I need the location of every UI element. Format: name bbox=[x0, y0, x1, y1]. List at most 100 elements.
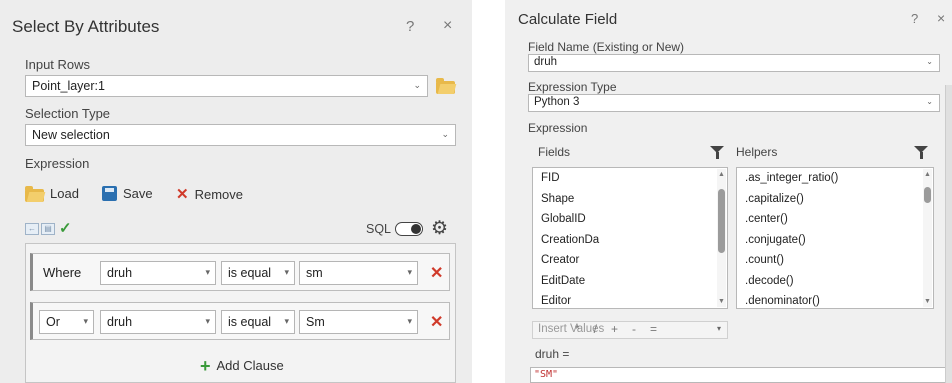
sql-mode-icon[interactable]: ▤ bbox=[41, 223, 55, 235]
list-item[interactable]: Shape bbox=[533, 189, 727, 210]
scroll-thumb[interactable] bbox=[924, 187, 931, 203]
help-icon[interactable]: ? bbox=[406, 18, 414, 35]
chevron-down-icon: ▾ bbox=[407, 267, 412, 277]
scroll-down-icon[interactable]: ▼ bbox=[718, 298, 725, 305]
expression-label: Expression bbox=[25, 156, 90, 171]
clause-operator-dropdown[interactable]: is equal ▾ bbox=[221, 310, 295, 334]
sql-toggle[interactable] bbox=[395, 222, 423, 236]
list-item[interactable]: .center() bbox=[737, 209, 933, 230]
clause-connector: Where bbox=[43, 265, 82, 280]
expression-editor[interactable]: "SM" bbox=[530, 367, 946, 383]
list-item[interactable]: .decode() bbox=[737, 271, 933, 292]
delete-clause-icon[interactable]: ✕ bbox=[430, 263, 443, 283]
pane-title: Calculate Field bbox=[518, 11, 618, 28]
clause-row-1: Where druh ▾ is equal ▾ sm ▾ ✕ bbox=[30, 253, 450, 291]
scroll-thumb[interactable] bbox=[718, 189, 725, 253]
add-clause-button[interactable]: + Add Clause bbox=[200, 355, 284, 376]
clause-value-dropdown[interactable]: sm ▾ bbox=[299, 261, 418, 285]
field-name-value: druh bbox=[534, 56, 558, 68]
save-icon bbox=[102, 186, 117, 201]
fields-list: FID Shape GlobalID CreationDa Creator Ed… bbox=[532, 167, 728, 309]
scroll-down-icon[interactable]: ▼ bbox=[924, 298, 931, 305]
delete-clause-icon[interactable]: ✕ bbox=[430, 312, 443, 332]
clause-field-dropdown[interactable]: druh ▾ bbox=[100, 310, 216, 334]
sql-label: SQL bbox=[366, 222, 392, 236]
field-name-dropdown[interactable]: druh ⌄ bbox=[528, 54, 940, 72]
expression-type-dropdown[interactable]: Python 3 ⌄ bbox=[528, 94, 940, 112]
list-item[interactable]: Creator bbox=[533, 250, 727, 271]
save-button[interactable]: Save bbox=[102, 186, 153, 201]
selection-type-label: Selection Type bbox=[25, 106, 111, 121]
multiply-button[interactable]: * bbox=[575, 322, 580, 336]
pane-title: Select By Attributes bbox=[12, 17, 160, 36]
load-button[interactable]: Load bbox=[25, 186, 79, 202]
chevron-down-icon: ▾ bbox=[284, 267, 289, 277]
list-item[interactable]: CreationDa bbox=[533, 230, 727, 251]
clause-row-2: Or ▾ druh ▾ is equal ▾ Sm ▾ ✕ bbox=[30, 302, 450, 340]
browse-folder-icon[interactable] bbox=[436, 78, 455, 94]
chevron-down-icon: ▾ bbox=[716, 324, 721, 333]
list-item[interactable]: .count() bbox=[737, 250, 933, 271]
expression-type-label: Expression Type bbox=[528, 80, 617, 94]
chevron-down-icon: ⌄ bbox=[926, 57, 933, 66]
calculate-field-pane: Calculate Field ? × Field Name (Existing… bbox=[505, 0, 952, 383]
divide-button[interactable]: / bbox=[594, 322, 597, 336]
list-item[interactable]: .as_integer_ratio() bbox=[737, 168, 933, 189]
minus-button[interactable]: - bbox=[632, 322, 636, 336]
select-by-attributes-pane: Select By Attributes ? × Input Rows Poin… bbox=[0, 0, 472, 383]
expression-label: Expression bbox=[528, 121, 588, 135]
input-rows-dropdown[interactable]: Point_layer:1 ⌄ bbox=[25, 75, 428, 97]
fields-label: Fields bbox=[538, 145, 571, 159]
list-item[interactable]: FID bbox=[533, 168, 727, 189]
chevron-down-icon: ▾ bbox=[83, 316, 88, 326]
clause-operator-value: is equal bbox=[228, 266, 272, 280]
chevron-down-icon: ▾ bbox=[205, 267, 210, 277]
clause-value-dropdown[interactable]: Sm ▾ bbox=[299, 310, 418, 334]
helpers-label: Helpers bbox=[736, 145, 778, 159]
close-icon[interactable]: × bbox=[937, 10, 945, 26]
remove-button[interactable]: ✕ Remove bbox=[176, 185, 243, 203]
selection-type-value: New selection bbox=[32, 128, 110, 142]
filter-helpers-icon[interactable] bbox=[914, 146, 928, 159]
equals-button[interactable]: = bbox=[650, 322, 657, 336]
fields-scrollbar[interactable]: ▲ ▼ bbox=[717, 169, 726, 307]
list-item[interactable]: EditDate bbox=[533, 271, 727, 292]
expression-target-label: druh = bbox=[535, 347, 570, 361]
list-item[interactable]: Editor bbox=[533, 291, 727, 312]
folder-icon bbox=[25, 186, 44, 202]
clause-operator-dropdown[interactable]: is equal ▾ bbox=[221, 261, 295, 285]
list-item[interactable]: .denominator() bbox=[737, 291, 933, 312]
load-label: Load bbox=[50, 186, 79, 201]
plus-button[interactable]: + bbox=[611, 322, 618, 336]
filter-fields-icon[interactable] bbox=[710, 146, 724, 159]
chevron-down-icon: ▾ bbox=[205, 316, 210, 326]
expression-type-value: Python 3 bbox=[534, 96, 580, 108]
clause-connector-dropdown[interactable]: Or ▾ bbox=[39, 310, 94, 334]
verify-check-icon[interactable]: ✓ bbox=[59, 219, 72, 237]
clause-field-dropdown[interactable]: druh ▾ bbox=[100, 261, 216, 285]
list-item[interactable]: GlobalID bbox=[533, 209, 727, 230]
selection-type-dropdown[interactable]: New selection ⌄ bbox=[25, 124, 456, 146]
scroll-up-icon[interactable]: ▲ bbox=[924, 171, 931, 178]
close-icon[interactable]: × bbox=[443, 17, 452, 35]
gear-icon[interactable]: ⚙ bbox=[431, 217, 448, 240]
list-item[interactable]: .conjugate() bbox=[737, 230, 933, 251]
remove-label: Remove bbox=[194, 186, 243, 202]
clause-value: sm bbox=[306, 266, 323, 280]
pane-scrollbar[interactable] bbox=[945, 85, 952, 383]
help-icon[interactable]: ? bbox=[911, 11, 918, 26]
clause-field-value: druh bbox=[107, 266, 133, 280]
operator-buttons: * / + - = bbox=[575, 322, 657, 336]
clause-value: Sm bbox=[306, 315, 325, 329]
clause-operator-value: is equal bbox=[228, 315, 272, 329]
chevron-down-icon: ▾ bbox=[407, 316, 412, 326]
add-clause-label: Add Clause bbox=[216, 358, 284, 373]
helpers-scrollbar[interactable]: ▲ ▼ bbox=[923, 169, 932, 307]
scroll-up-icon[interactable]: ▲ bbox=[718, 171, 725, 178]
list-item[interactable]: .capitalize() bbox=[737, 189, 933, 210]
chevron-down-icon: ⌄ bbox=[926, 97, 933, 106]
plus-icon: + bbox=[200, 355, 211, 376]
expression-value: "SM" bbox=[534, 369, 559, 380]
clause-mode-icon[interactable]: ← bbox=[25, 223, 39, 235]
chevron-down-icon: ⌄ bbox=[441, 129, 449, 139]
